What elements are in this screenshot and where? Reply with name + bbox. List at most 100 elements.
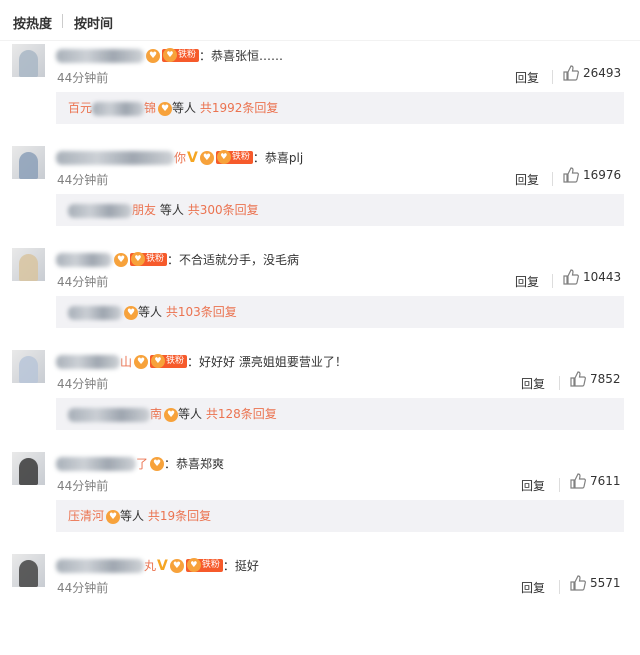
fan-badge: ♥ 铁粉 [150, 354, 188, 368]
thumbs-up-icon [570, 575, 586, 591]
username-blurred[interactable] [56, 252, 112, 267]
username-blurred[interactable] [56, 558, 144, 573]
avatar[interactable] [12, 146, 45, 179]
action-divider [559, 580, 560, 594]
reply-count-link[interactable]: 共103条回复 [166, 305, 237, 319]
avatar[interactable] [12, 452, 45, 485]
like-button[interactable]: 7852 [570, 371, 621, 389]
reply-button[interactable]: 回复 [521, 375, 545, 392]
member-badge-icon: ♥ [134, 354, 149, 369]
username-visible-part[interactable]: 你 [174, 151, 186, 165]
username-visible-part[interactable]: 山 [120, 355, 132, 369]
reply-summary-box: 朋友 等人 共300条回复 [56, 194, 624, 226]
reply-button[interactable]: 回复 [515, 69, 539, 86]
comment-text: ：挺好 [222, 559, 259, 573]
replier-name[interactable]: 压清河 [68, 509, 104, 523]
thumbs-up-icon [563, 269, 579, 285]
reply-button[interactable]: 回复 [521, 579, 545, 596]
member-badge-icon: ♥ [114, 252, 128, 267]
like-button[interactable]: 5571 [570, 575, 621, 593]
reply-summary-box: ♥ 等人 共103条回复 [56, 296, 624, 328]
action-divider [559, 478, 560, 492]
member-badge-icon: ♥ [158, 101, 173, 116]
comment-time: 44分钟前 [57, 581, 109, 595]
reply-count-link[interactable]: 共300条回复 [188, 203, 259, 217]
username-visible-part[interactable]: 丸 [144, 559, 156, 573]
comment-author-line: ♥ ♥ 铁粉 ：恭喜张恒…… [56, 47, 283, 65]
reply-count-link[interactable]: 共19条回复 [148, 509, 211, 523]
fan-badge: ♥ 铁粉 [185, 558, 223, 572]
comment-text: ：恭喜张恒…… [199, 49, 284, 63]
comment-time: 44分钟前 [57, 71, 109, 85]
username-visible-part[interactable]: 了 [136, 457, 148, 471]
member-badge-icon: ♥ [199, 150, 214, 165]
reply-button[interactable]: 回复 [521, 477, 545, 494]
member-badge-icon: ♥ [146, 48, 160, 63]
like-button[interactable]: 10443 [563, 269, 621, 287]
sort-divider [62, 14, 63, 28]
comment-item: 山 ♥ ♥ 铁粉 ：好好好 漂亮姐姐要营业了！ 44分钟前 回复 7852 南 ♥ 等人 共… [0, 349, 640, 451]
reply-button[interactable]: 回复 [515, 273, 539, 290]
comment-text: ：恭喜郑爽 [164, 457, 225, 471]
replier-name-suffix[interactable]: 锦 [144, 101, 156, 115]
member-badge-icon: ♥ [164, 407, 179, 422]
thumbs-up-icon [563, 65, 579, 81]
member-badge-icon: ♥ [169, 558, 184, 573]
like-button[interactable]: 26493 [563, 65, 621, 83]
replier-blurred [68, 203, 132, 218]
username-blurred[interactable] [56, 48, 144, 63]
comment-text: ：恭喜plj [252, 151, 304, 165]
vip-icon: V [187, 149, 198, 166]
reply-suffix-text: 等人 [120, 509, 145, 523]
avatar[interactable] [12, 554, 45, 587]
replier-name[interactable]: 百元 [68, 101, 92, 115]
sort-bar: 按热度 按时间 [0, 0, 640, 41]
replier-name-suffix[interactable]: 朋友 [132, 203, 156, 217]
avatar[interactable] [12, 350, 45, 383]
replier-name-suffix[interactable]: 南 [150, 407, 162, 421]
reply-count-link[interactable]: 共1992条回复 [200, 101, 279, 115]
avatar[interactable] [12, 248, 45, 281]
thumbs-up-icon [570, 473, 586, 489]
replier-blurred [92, 101, 145, 116]
fan-badge: ♥ 铁粉 [215, 150, 253, 164]
comment-author-line: 你V ♥ ♥ 铁粉 ：恭喜plj [56, 149, 303, 167]
comment-text: ：好好好 漂亮姐姐要营业了！ [187, 355, 347, 369]
comment-author-line: 丸V ♥ ♥ 铁粉 ：挺好 [56, 557, 259, 575]
like-button[interactable]: 16976 [563, 167, 621, 185]
fan-badge: ♥ 铁粉 [162, 48, 200, 62]
like-button[interactable]: 7611 [570, 473, 621, 491]
username-blurred[interactable] [56, 456, 136, 471]
member-badge-icon: ♥ [106, 509, 121, 524]
reply-suffix-text: 等人 [172, 101, 197, 115]
member-badge-icon: ♥ [150, 456, 165, 471]
reply-summary-box: 南 ♥ 等人 共128条回复 [56, 398, 624, 430]
username-blurred[interactable] [56, 150, 174, 165]
comment-time: 44分钟前 [57, 275, 109, 289]
like-count: 26493 [583, 66, 622, 80]
comment-item: 丸V ♥ ♥ 铁粉 ：挺好 44分钟前 回复 5571 [0, 553, 640, 655]
reply-suffix-text: 等人 [138, 305, 163, 319]
reply-count-link[interactable]: 共128条回复 [206, 407, 277, 421]
tab-sort-by-hot[interactable]: 按热度 [13, 13, 52, 32]
comment-item: ♥ ♥ 铁粉 ：恭喜张恒…… 44分钟前 回复 26493 百元锦 ♥ 等人 共1992条… [0, 43, 640, 145]
action-divider [552, 274, 553, 288]
avatar[interactable] [12, 44, 45, 77]
reply-button[interactable]: 回复 [515, 171, 539, 188]
tab-sort-by-time[interactable]: 按时间 [74, 13, 113, 32]
action-divider [552, 172, 553, 186]
comment-item: ♥ ♥ 铁粉 ：不合适就分手，没毛病 44分钟前 回复 10443 ♥ 等人 共103条… [0, 247, 640, 349]
action-divider [559, 376, 560, 390]
like-count: 10443 [583, 270, 622, 284]
vip-icon: V [157, 557, 168, 574]
username-blurred[interactable] [56, 354, 120, 369]
reply-summary-box: 百元 锦 ♥ 等人 共1992条回复 [56, 92, 624, 124]
replier-blurred [68, 305, 122, 320]
action-divider [552, 70, 553, 84]
comment-author-line: 山 ♥ ♥ 铁粉 ：好好好 漂亮姐姐要营业了！ [56, 353, 347, 371]
thumbs-up-icon [563, 167, 579, 183]
member-badge-icon: ♥ [124, 305, 138, 320]
fan-badge: ♥ 铁粉 [130, 252, 168, 266]
replier-blurred [68, 407, 150, 422]
like-count: 16976 [583, 168, 622, 182]
